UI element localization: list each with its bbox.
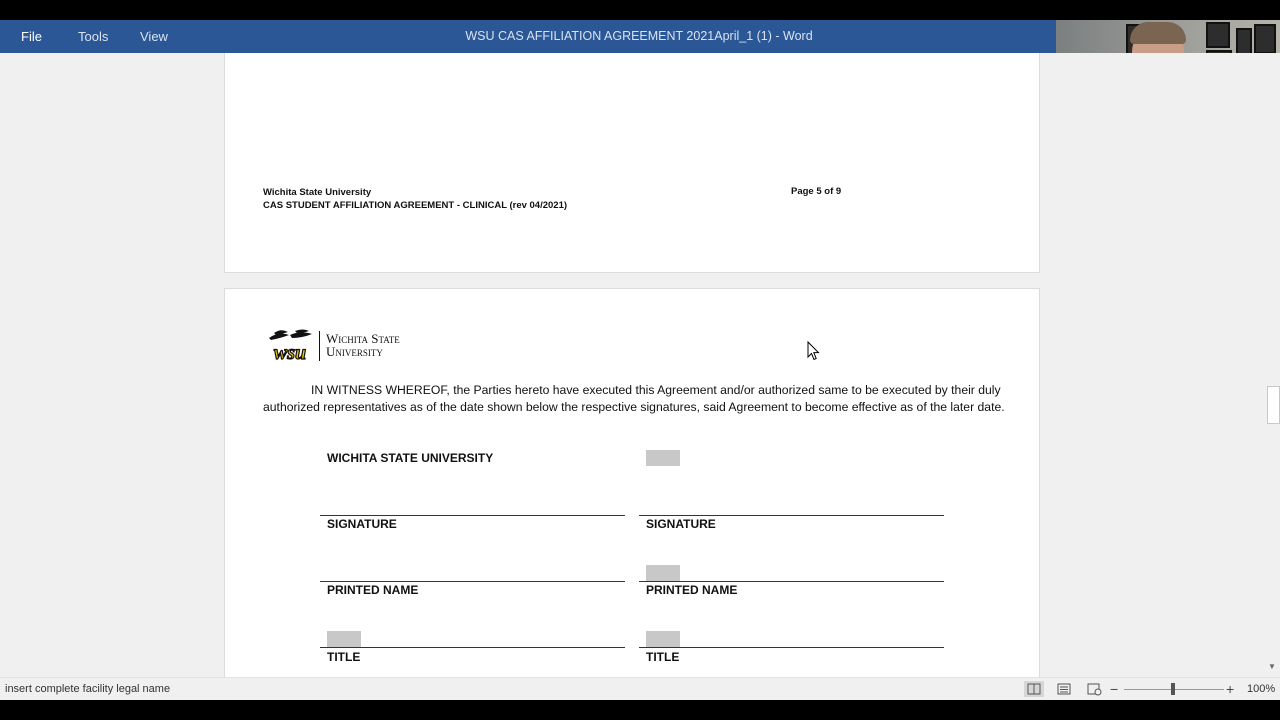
title-label-left: TITLE [327,650,361,664]
web-layout-icon[interactable] [1084,681,1104,697]
party-heading-wsu: WICHITA STATE UNIVERSITY [327,451,494,465]
zoom-level[interactable]: 100% [1247,678,1275,700]
wall-frame [1206,22,1230,48]
wsu-logo: wsu Wichita State University [265,329,415,365]
printed-name-label-right: PRINTED NAME [646,583,738,597]
screen: File Tools View WSU CAS AFFILIATION AGRE… [0,20,1280,700]
signature-label-left: SIGNATURE [327,517,397,531]
title-field-left[interactable] [327,631,361,647]
title-field-right[interactable] [646,631,680,647]
page-number: Page 5 of 9 [791,186,842,197]
title-bar: File Tools View WSU CAS AFFILIATION AGRE… [0,20,1056,53]
printed-name-line-right[interactable] [639,581,944,582]
read-mode-icon[interactable] [1024,681,1044,697]
title-line-right[interactable] [639,647,944,648]
scrollbar-thumb[interactable] [1267,386,1280,424]
status-bar: insert complete facility legal name − + … [0,677,1280,700]
printed-name-field-right[interactable] [646,565,680,581]
scroll-down-icon[interactable]: ▼ [1267,662,1277,672]
zoom-plus-icon[interactable]: + [1226,678,1234,700]
zoom-slider-thumb[interactable] [1171,683,1175,695]
webcam-person-hair [1130,22,1186,44]
witness-paragraph: IN WITNESS WHEREOF, the Parties hereto h… [263,383,1005,414]
signature-label-right: SIGNATURE [646,517,716,531]
printed-name-label-left: PRINTED NAME [327,583,419,597]
wheat-shock-logo-icon: wsu [269,329,312,363]
document-area[interactable]: Wichita State University CAS STUDENT AFF… [0,53,1264,677]
logo-divider [319,331,320,361]
title-label-right: TITLE [646,650,680,664]
print-layout-icon[interactable] [1054,681,1074,697]
document-page: wsu Wichita State University IN WITNESS … [224,288,1040,677]
status-text: insert complete facility legal name [5,683,171,695]
facility-name-field[interactable] [646,450,680,466]
printed-name-line-left[interactable] [320,581,625,582]
page-footer-left: Wichita State University CAS STUDENT AFF… [263,186,567,212]
document-page: Wichita State University CAS STUDENT AFF… [224,53,1040,273]
signature-line-left[interactable] [320,515,625,516]
vertical-scrollbar[interactable]: ▼ [1264,53,1280,677]
title-line-left[interactable] [320,647,625,648]
logo-mark-text: wsu [274,342,306,363]
footer-org: Wichita State University [263,187,372,198]
logo-wordmark: Wichita State University [326,332,400,358]
cursor-arrow-icon [807,341,820,361]
wall-frame [1254,24,1276,54]
signature-line-right[interactable] [639,515,944,516]
footer-doc-title: CAS STUDENT AFFILIATION AGREEMENT - CLIN… [263,200,568,211]
logo-line-2: University [326,344,383,359]
zoom-minus-icon[interactable]: − [1110,678,1118,700]
